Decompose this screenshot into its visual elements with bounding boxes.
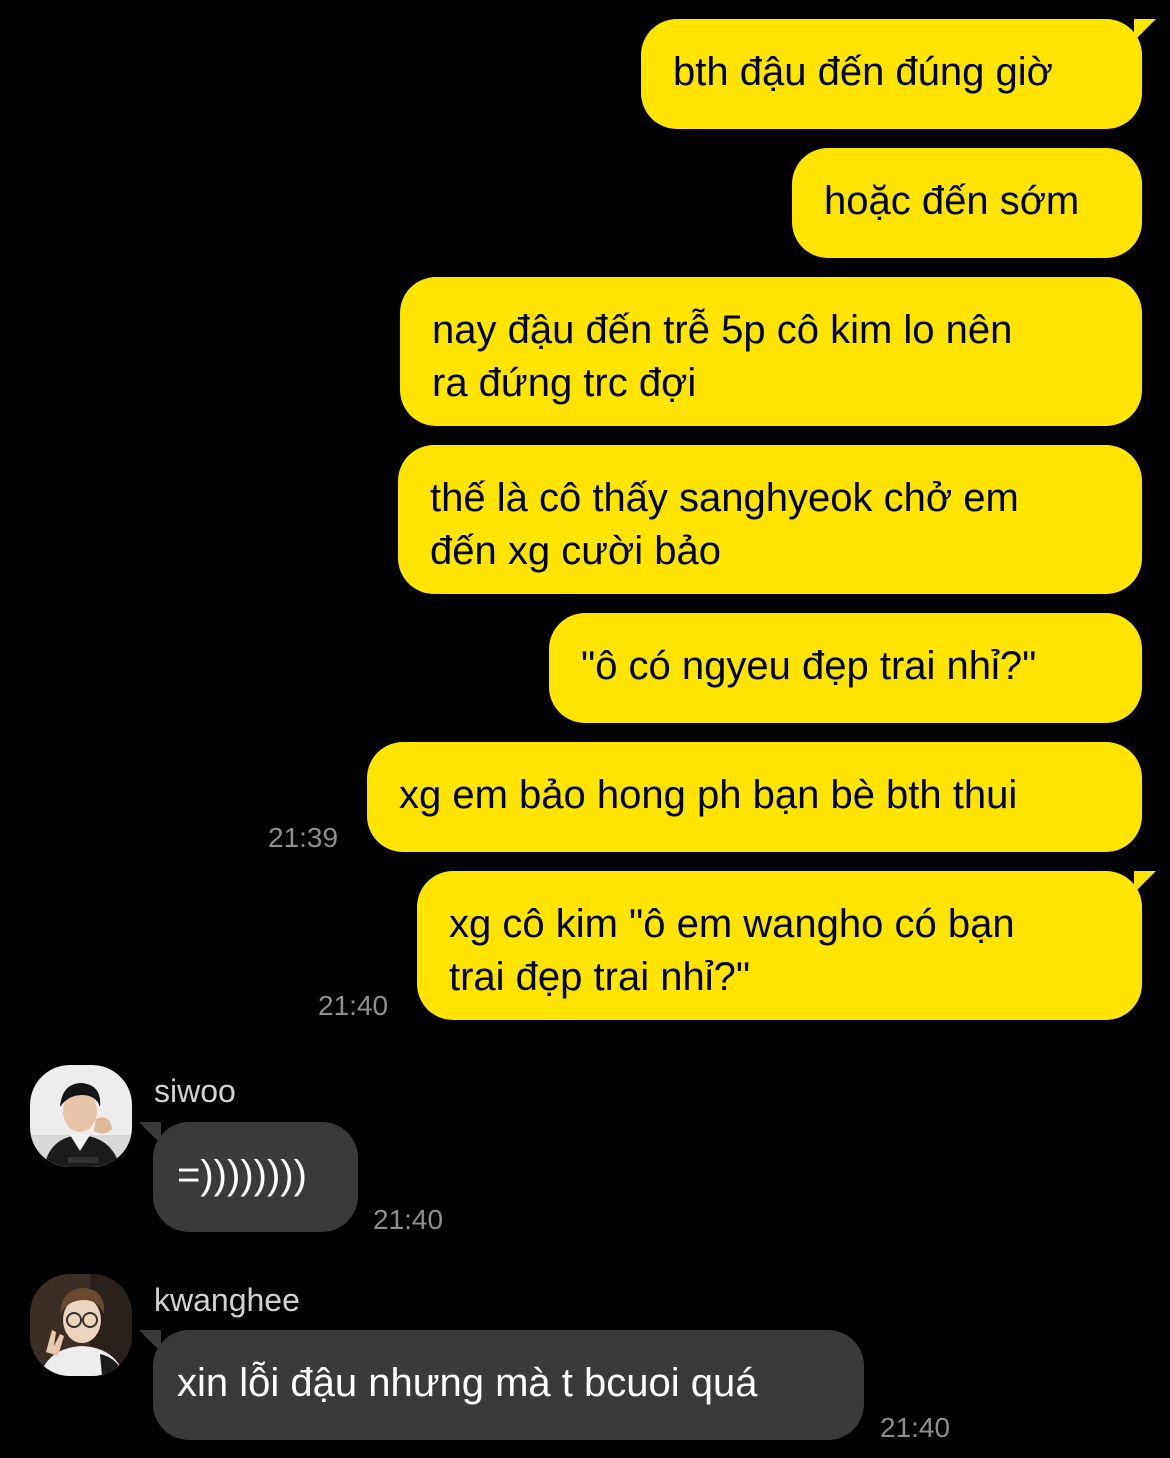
outgoing-message[interactable]: xg cô kim "ô em wangho có bạn trai đẹp t… — [417, 871, 1156, 1020]
avatar-photo-icon — [30, 1274, 132, 1376]
outgoing-message[interactable]: nay đậu đến trễ 5p cô kim lo nên ra đứng… — [400, 277, 1142, 426]
message-timestamp: 21:40 — [373, 1204, 444, 1235]
chat-thread: bth đậu đến đúng giờ hoặc đến sớm nay đậ… — [0, 0, 1170, 1458]
outgoing-message[interactable]: xg em bảo hong ph bạn bè bth thui — [367, 742, 1142, 852]
kwanghee-avatar[interactable] — [30, 1274, 132, 1376]
avatar-photo-icon — [30, 1065, 132, 1167]
sender-name: siwoo — [154, 1073, 236, 1109]
siwoo-avatar[interactable] — [30, 1065, 132, 1167]
incoming-message[interactable]: =)))))))) — [139, 1122, 358, 1232]
outgoing-message[interactable]: hoặc đến sớm — [792, 148, 1142, 258]
outgoing-message[interactable]: thế là cô thấy sanghyeok chở em đến xg c… — [398, 445, 1142, 594]
message-timestamp: 21:40 — [880, 1412, 951, 1443]
message-timestamp: 21:39 — [268, 822, 339, 853]
incoming-message[interactable]: xin lỗi đậu nhưng mà t bcuoi quá — [139, 1330, 864, 1440]
sender-name: kwanghee — [154, 1282, 300, 1318]
outgoing-message[interactable]: "ô có ngyeu đẹp trai nhỉ?" — [549, 613, 1142, 723]
outgoing-message[interactable]: bth đậu đến đúng giờ — [641, 19, 1156, 129]
message-timestamp: 21:40 — [318, 990, 389, 1021]
